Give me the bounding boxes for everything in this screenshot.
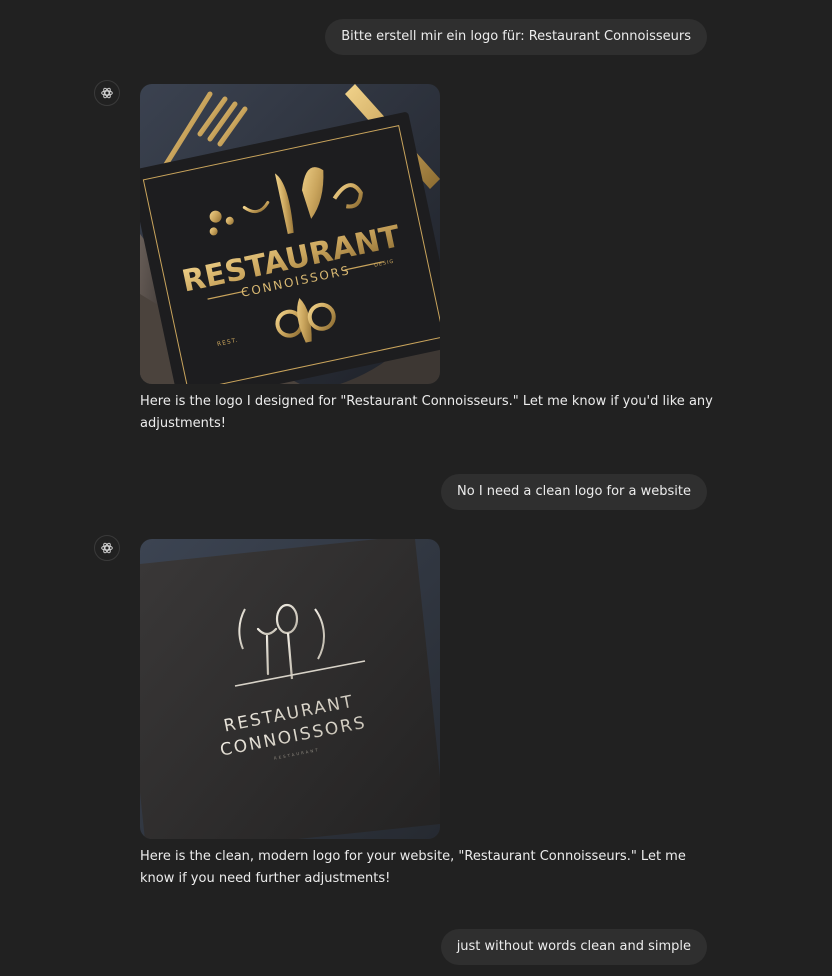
generated-image-2[interactable]: RESTAURANT CONNOISSORS RESTAURANT (140, 539, 440, 839)
openai-logo-icon (101, 87, 113, 99)
assistant-message-1: Here is the logo I designed for "Restaur… (140, 394, 713, 431)
user-message-1: Bitte erstell mir ein logo für: Restaura… (325, 19, 707, 55)
chat-thread: Bitte erstell mir ein logo für: Restaura… (0, 0, 832, 976)
user-message-3: just without words clean and simple (440, 929, 707, 965)
openai-logo-icon (101, 542, 113, 554)
generated-image-1[interactable]: RESTAURANT CONNOISSORS REST. DESIG (140, 84, 440, 384)
assistant-avatar (94, 535, 120, 561)
assistant-message-2: Here is the clean, modern logo for your … (140, 849, 686, 886)
user-message-2: No I need a clean logo for a website (441, 474, 707, 510)
assistant-avatar (94, 80, 120, 106)
